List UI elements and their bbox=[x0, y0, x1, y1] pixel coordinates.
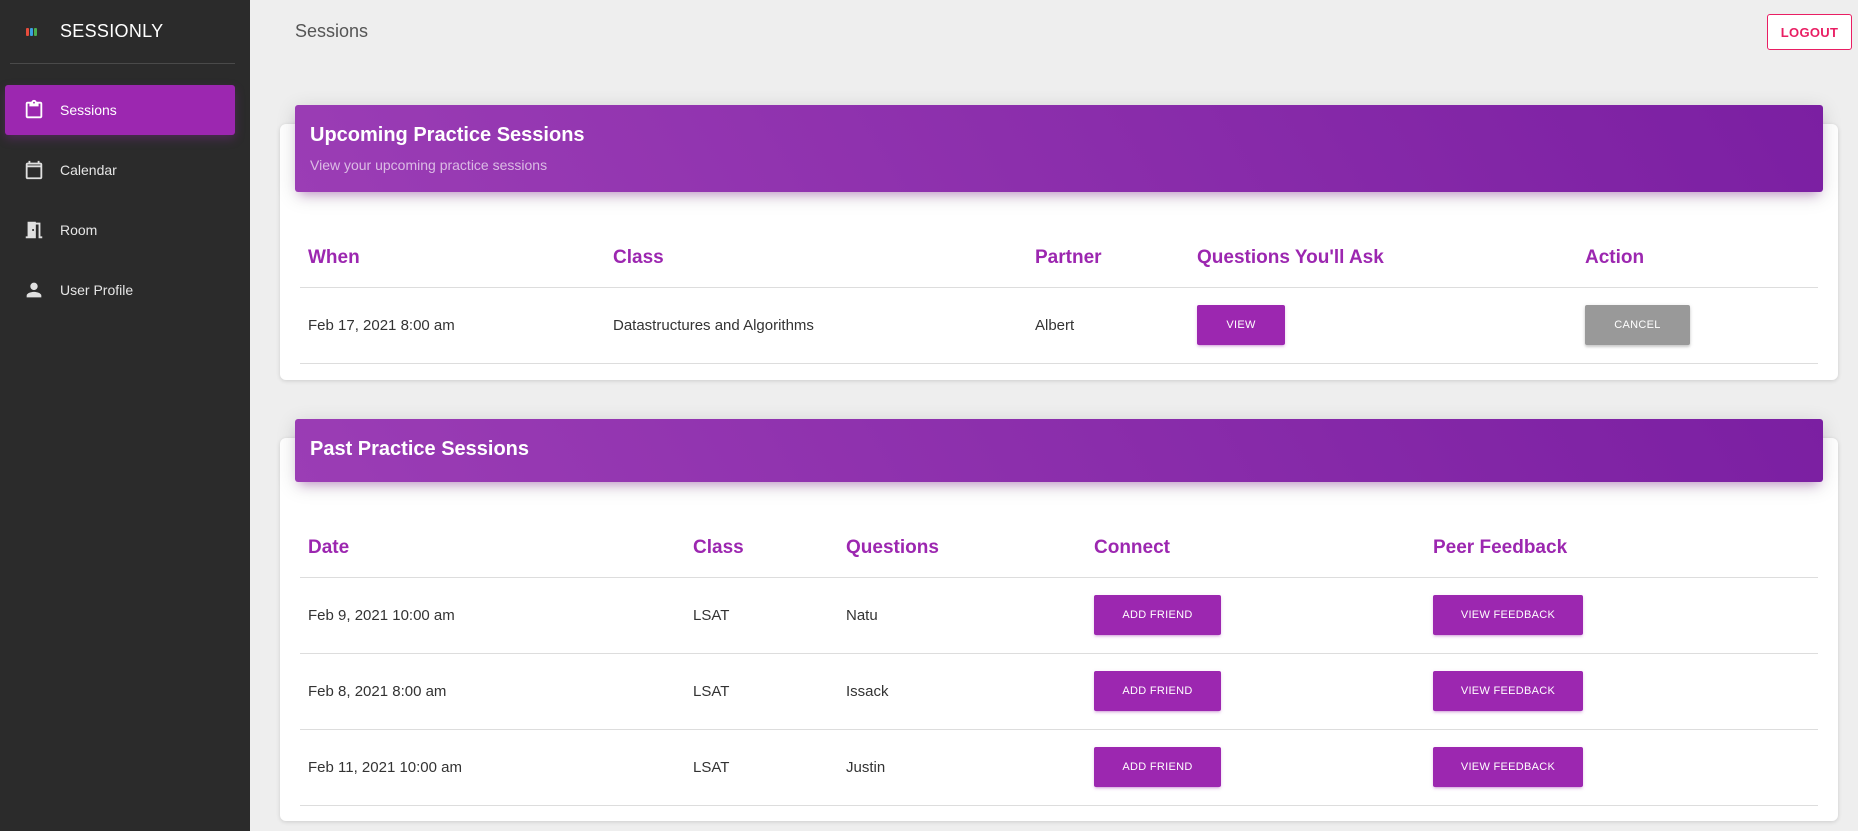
feedback-cell: VIEW FEEDBACK bbox=[1425, 577, 1818, 654]
session-date: Feb 8, 2021 8:00 am bbox=[300, 653, 685, 730]
view-feedback-button[interactable]: VIEW FEEDBACK bbox=[1433, 595, 1583, 635]
column-header-when: When bbox=[300, 229, 605, 288]
add-friend-button[interactable]: ADD FRIEND bbox=[1094, 671, 1221, 711]
upcoming-sessions-subtitle: View your upcoming practice sessions bbox=[310, 157, 548, 173]
table-header-row: Date Class Questions Connect Peer Feedba… bbox=[300, 519, 1818, 578]
person-icon bbox=[22, 278, 46, 302]
upcoming-sessions-card: Upcoming Practice Sessions View your upc… bbox=[280, 105, 1838, 380]
connect-cell: ADD FRIEND bbox=[1086, 729, 1425, 806]
sidebar-item-sessions[interactable]: Sessions bbox=[5, 85, 235, 135]
door-icon bbox=[22, 218, 46, 242]
session-date: Feb 11, 2021 10:00 am bbox=[300, 729, 685, 806]
view-feedback-button[interactable]: VIEW FEEDBACK bbox=[1433, 671, 1583, 711]
app-logo-icon bbox=[26, 26, 38, 38]
table-header-row: When Class Partner Questions You'll Ask … bbox=[300, 229, 1818, 288]
session-questions-cell: VIEW bbox=[1189, 287, 1577, 364]
table-row: Feb 11, 2021 10:00 am LSAT Justin ADD FR… bbox=[300, 729, 1818, 806]
past-sessions-header: Past Practice Sessions bbox=[295, 419, 1823, 482]
session-when: Feb 17, 2021 8:00 am bbox=[300, 287, 605, 364]
connect-cell: ADD FRIEND bbox=[1086, 653, 1425, 730]
add-friend-button[interactable]: ADD FRIEND bbox=[1094, 595, 1221, 635]
session-class: Datastructures and Algorithms bbox=[605, 287, 1027, 364]
session-questions: Issack bbox=[838, 653, 1086, 730]
session-questions: Justin bbox=[838, 729, 1086, 806]
upcoming-sessions-title: Upcoming Practice Sessions bbox=[310, 124, 585, 146]
past-sessions-card: Past Practice Sessions Date Class Questi… bbox=[280, 419, 1838, 821]
sidebar-item-label: Sessions bbox=[60, 102, 117, 118]
page-title: Sessions bbox=[295, 21, 369, 41]
column-header-action: Action bbox=[1577, 229, 1818, 288]
column-header-peer-feedback: Peer Feedback bbox=[1425, 519, 1818, 578]
sidebar-item-label: Room bbox=[60, 222, 98, 238]
app-name: SESSIONLY bbox=[60, 21, 164, 41]
upcoming-sessions-header: Upcoming Practice Sessions View your upc… bbox=[295, 105, 1823, 192]
brand[interactable]: SESSIONLY bbox=[10, 0, 235, 64]
sidebar-item-user-profile[interactable]: User Profile bbox=[5, 265, 235, 315]
sidebar: SESSIONLY Sessions Calendar Room User Pr… bbox=[0, 0, 250, 831]
session-date: Feb 9, 2021 10:00 am bbox=[300, 577, 685, 654]
add-friend-button[interactable]: ADD FRIEND bbox=[1094, 747, 1221, 787]
past-sessions-title: Past Practice Sessions bbox=[310, 438, 530, 460]
sidebar-item-room[interactable]: Room bbox=[5, 205, 235, 255]
clipboard-icon bbox=[22, 98, 46, 122]
column-header-questions: Questions bbox=[838, 519, 1086, 578]
logout-button[interactable]: LOGOUT bbox=[1767, 14, 1852, 50]
past-sessions-table: Date Class Questions Connect Peer Feedba… bbox=[300, 519, 1818, 806]
column-header-class: Class bbox=[605, 229, 1027, 288]
table-row: Feb 8, 2021 8:00 am LSAT Issack ADD FRIE… bbox=[300, 653, 1818, 730]
session-action-cell: CANCEL bbox=[1577, 287, 1818, 364]
connect-cell: ADD FRIEND bbox=[1086, 577, 1425, 654]
column-header-connect: Connect bbox=[1086, 519, 1425, 578]
feedback-cell: VIEW FEEDBACK bbox=[1425, 653, 1818, 730]
session-questions: Natu bbox=[838, 577, 1086, 654]
cancel-session-button[interactable]: CANCEL bbox=[1585, 305, 1690, 345]
column-header-questions: Questions You'll Ask bbox=[1189, 229, 1577, 288]
upcoming-sessions-table: When Class Partner Questions You'll Ask … bbox=[300, 229, 1818, 364]
table-row: Feb 9, 2021 10:00 am LSAT Natu ADD FRIEN… bbox=[300, 577, 1818, 654]
sidebar-item-label: User Profile bbox=[60, 282, 134, 298]
column-header-date: Date bbox=[300, 519, 685, 578]
feedback-cell: VIEW FEEDBACK bbox=[1425, 729, 1818, 806]
column-header-partner: Partner bbox=[1027, 229, 1189, 288]
calendar-icon bbox=[22, 158, 46, 182]
sidebar-item-calendar[interactable]: Calendar bbox=[5, 145, 235, 195]
view-feedback-button[interactable]: VIEW FEEDBACK bbox=[1433, 747, 1583, 787]
session-class: LSAT bbox=[685, 577, 838, 654]
table-row: Feb 17, 2021 8:00 am Datastructures and … bbox=[300, 287, 1818, 364]
session-partner: Albert bbox=[1027, 287, 1189, 364]
view-questions-button[interactable]: VIEW bbox=[1197, 305, 1285, 345]
sidebar-nav: Sessions Calendar Room User Profile bbox=[0, 64, 250, 315]
session-class: LSAT bbox=[685, 653, 838, 730]
sidebar-item-label: Calendar bbox=[60, 162, 117, 178]
column-header-class: Class bbox=[685, 519, 838, 578]
session-class: LSAT bbox=[685, 729, 838, 806]
